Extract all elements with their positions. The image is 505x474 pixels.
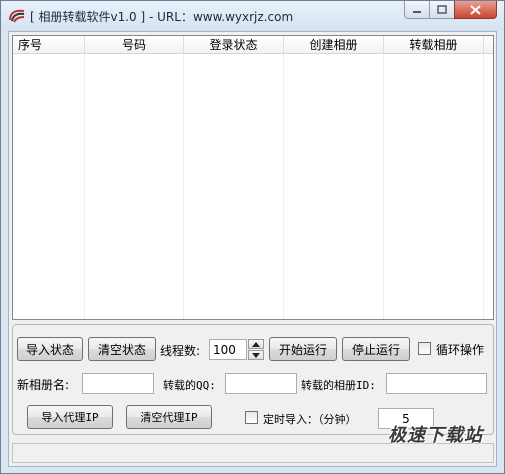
threads-input[interactable]: 100 <box>209 339 247 360</box>
repost-album-id-input[interactable] <box>386 373 487 394</box>
column-divider <box>383 54 384 319</box>
watermark-logo: 极速下载站 <box>388 425 483 446</box>
spin-up-button[interactable] <box>248 339 264 349</box>
app-icon <box>9 9 25 23</box>
column-divider <box>283 54 284 319</box>
triangle-up-icon <box>252 341 260 347</box>
new-album-label: 新相册名: <box>17 378 70 392</box>
start-button[interactable]: 开始运行 <box>269 337 337 361</box>
window-controls <box>404 1 497 20</box>
list-header: 序号 号码 登录状态 创建相册 转载相册 <box>13 36 493 54</box>
minimize-icon <box>413 10 421 13</box>
minimize-button[interactable] <box>404 1 430 19</box>
column-header-create-album[interactable]: 创建相册 <box>284 36 384 53</box>
stop-button[interactable]: 停止运行 <box>342 337 410 361</box>
threads-spinner[interactable] <box>248 339 264 360</box>
maximize-button[interactable] <box>429 1 455 19</box>
import-proxy-button[interactable]: 导入代理IP <box>27 405 113 429</box>
timed-import-label: 定时导入：（分钟） <box>263 413 357 426</box>
column-header-filler <box>484 36 493 53</box>
new-album-input[interactable] <box>82 373 154 394</box>
repost-qq-input[interactable] <box>225 373 297 394</box>
loop-checkbox[interactable] <box>418 342 431 355</box>
close-button[interactable] <box>454 1 497 19</box>
column-header-login-status[interactable]: 登录状态 <box>184 36 284 53</box>
repost-qq-label: 转载的QQ: <box>163 379 216 392</box>
loop-label: 循环操作 <box>436 343 485 357</box>
app-window: [ 相册转载软件v1.0 ] - URL：www.wyxrjz.com 序号 号… <box>0 0 505 474</box>
import-status-button[interactable]: 导入状态 <box>17 337 83 361</box>
threads-label: 线程数: <box>160 344 201 358</box>
column-header-number[interactable]: 号码 <box>85 36 184 53</box>
clear-proxy-button[interactable]: 清空代理IP <box>126 405 212 429</box>
client-area: 序号 号码 登录状态 创建相册 转载相册 导入状态 清空状态 线程数: 100 <box>8 31 497 467</box>
column-divider <box>483 54 484 319</box>
list-body[interactable] <box>13 54 493 319</box>
column-divider <box>84 54 85 319</box>
spin-down-button[interactable] <box>248 350 264 360</box>
control-panel: 导入状态 清空状态 线程数: 100 开始运行 停止运行 循环操作 新相册名: … <box>12 324 494 435</box>
clear-status-button[interactable]: 清空状态 <box>88 337 156 361</box>
title-bar[interactable]: [ 相册转载软件v1.0 ] - URL：www.wyxrjz.com <box>1 1 504 31</box>
column-divider <box>183 54 184 319</box>
repost-album-id-label: 转载的相册ID: <box>301 379 376 392</box>
close-icon <box>470 4 481 15</box>
triangle-down-icon <box>252 352 260 358</box>
timed-import-checkbox[interactable] <box>245 411 258 424</box>
column-header-repost-album[interactable]: 转载相册 <box>384 36 484 53</box>
column-header-index[interactable]: 序号 <box>13 36 85 53</box>
account-list[interactable]: 序号 号码 登录状态 创建相册 转载相册 <box>12 35 494 320</box>
maximize-icon <box>437 5 447 14</box>
window-title: [ 相册转载软件v1.0 ] - URL：www.wyxrjz.com <box>30 10 294 24</box>
